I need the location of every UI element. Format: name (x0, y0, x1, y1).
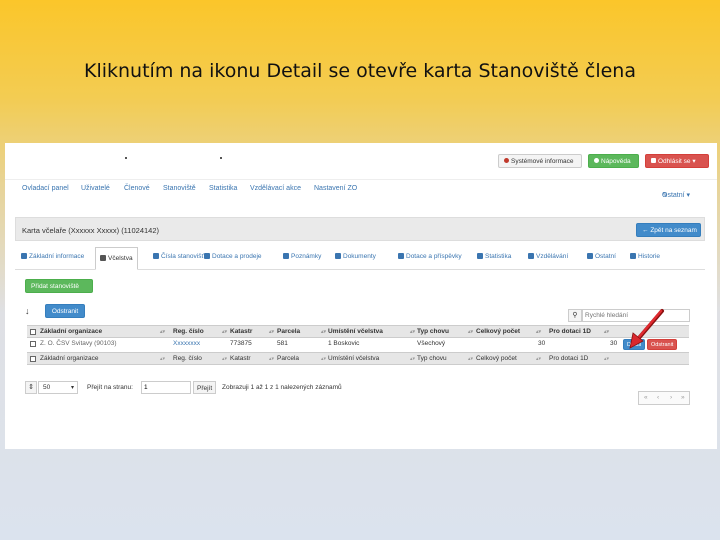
sort-icon: ▴▾ (536, 329, 542, 335)
nav-item-users[interactable]: Uživatelé (81, 185, 110, 192)
col-header[interactable]: Typ chovu (417, 328, 449, 335)
tab-notes[interactable]: Poznámky (283, 253, 321, 260)
tab-colonies[interactable]: Včelstva (95, 247, 138, 270)
app-screenshot: Systémové informace Nápověda Odhlásit se… (5, 143, 717, 449)
card-title: Karta včelaře (Xxxxxx Xxxxx) (11024142) (22, 226, 159, 235)
quick-search-input[interactable] (582, 309, 690, 322)
logo-dot (125, 157, 127, 159)
col-header[interactable]: Základní organizace (40, 328, 102, 335)
tab-history[interactable]: Historie (630, 253, 660, 260)
remove-selected-button[interactable]: Odstranit (45, 304, 85, 318)
col-header[interactable]: Parcela (277, 328, 300, 335)
table-header: Základní organizace ▴▾ Reg. číslo ▴▾ Katas… (27, 325, 689, 338)
pager-icon: ⇕ (25, 381, 37, 394)
sort-icon: ▴▾ (269, 356, 275, 362)
col-header[interactable]: Katastr (230, 328, 252, 335)
logo-dot (220, 157, 222, 159)
lock-icon (398, 253, 404, 259)
col-header[interactable]: Umístění včelstva (328, 328, 383, 335)
sort-icon: ▴▾ (468, 356, 474, 362)
pager-info: Zobrazuji 1 až 1 z 1 nalezených záznamů (222, 384, 342, 391)
table-footer: Základní organizace ▴▾ Reg. číslo ▴▾ Katas… (27, 352, 689, 365)
flag-icon (587, 253, 593, 259)
sort-icon: ▴▾ (222, 329, 228, 335)
bars-icon (153, 253, 159, 259)
col-header[interactable]: Pro dotaci 1D (549, 328, 591, 335)
select-all-checkbox[interactable] (30, 329, 36, 335)
chevron-down-icon: ▾ (70, 385, 74, 391)
page-number-input[interactable] (141, 381, 191, 394)
sort-icon: ▴▾ (536, 356, 542, 362)
help-button[interactable]: Nápověda (588, 154, 639, 168)
goto-label: Přejít na stranu: (87, 384, 133, 391)
tab-subsidies[interactable]: Dotace a příspěvky (398, 253, 462, 260)
sort-icon: ▴▾ (410, 329, 416, 335)
page-nav: « ‹ › » (638, 391, 690, 405)
sort-icon: ▴▾ (222, 356, 228, 362)
list-icon (21, 253, 27, 259)
detail-button[interactable]: Detail (623, 339, 646, 350)
sort-icon: ▴▾ (160, 329, 166, 335)
nav-item-members[interactable]: Členové (124, 185, 150, 192)
prev-page-button[interactable]: ‹ (657, 394, 659, 401)
sort-icon: ▴▾ (410, 356, 416, 362)
remove-row-button[interactable]: Odstranit (647, 339, 678, 350)
first-page-button[interactable]: « (644, 394, 648, 401)
table-row[interactable]: Z. O. ČSV Svitavy (90103) Xxxxxxxx 77387… (27, 338, 689, 351)
nav-item-settings[interactable]: Nastavení ZO (314, 185, 357, 192)
tab-documents[interactable]: Dokumenty (335, 253, 376, 260)
star-icon (204, 253, 210, 259)
nav-item-dashboard[interactable]: Ovladací panel (22, 185, 69, 192)
top-bar: Systémové informace Nápověda Odhlásit se… (5, 143, 717, 180)
page-size-select[interactable]: 50 ▾ (38, 381, 78, 394)
arrow-down-icon[interactable]: ↓ (25, 306, 30, 316)
search-icon: ⚲ (568, 309, 582, 322)
sort-icon: ▴▾ (604, 356, 610, 362)
clock-icon (630, 253, 636, 259)
sort-icon: ▴▾ (604, 329, 610, 335)
nav-item-education[interactable]: Vzdělávací akce (250, 185, 301, 192)
row-checkbox[interactable] (30, 341, 36, 347)
footer-checkbox[interactable] (30, 356, 36, 362)
sort-icon: ▴▾ (468, 329, 474, 335)
nav-item-statistics[interactable]: Statistika (209, 185, 237, 192)
system-info-button[interactable]: Systémové informace (498, 154, 582, 168)
pager: ⇕ 50 ▾ Přejít na stranu: Přejít Zobrazuj… (25, 381, 687, 395)
col-header[interactable]: Celkový počet (476, 328, 520, 335)
tab-sales[interactable]: Dotace a prodeje (204, 253, 262, 260)
edit-icon (100, 255, 106, 261)
card-header: Karta včelaře (Xxxxxx Xxxxx) (11024142) … (15, 217, 705, 241)
go-button[interactable]: Přejít (193, 381, 217, 394)
last-page-button[interactable]: » (681, 394, 685, 401)
col-header[interactable]: Reg. číslo (173, 328, 204, 335)
document-icon (335, 253, 341, 259)
tab-basic-info[interactable]: Základní informace (21, 253, 84, 260)
quick-search: ⚲ (568, 309, 690, 322)
back-to-list-button[interactable]: ← Zpět na seznam (636, 223, 701, 237)
note-icon (283, 253, 289, 259)
next-page-button[interactable]: › (670, 394, 672, 401)
main-nav: Ovladací panel Uživatelé Členové Stanovi… (22, 185, 691, 199)
info-icon (504, 158, 509, 163)
sort-icon: ▴▾ (269, 329, 275, 335)
arrow-left-icon: ← (642, 227, 649, 234)
sort-icon: ▴▾ (321, 356, 327, 362)
add-station-button[interactable]: Přidat stanoviště (25, 279, 93, 293)
tab-education[interactable]: Vzdělávání (528, 253, 568, 260)
user-menu-button[interactable]: Odhlásit se ▾ (645, 154, 709, 168)
card-tabs: Základní informace Včelstva Čísla stanov… (15, 247, 705, 270)
sort-icon: ▴▾ (160, 356, 166, 362)
sort-icon: ▴▾ (321, 329, 327, 335)
tab-station-numbers[interactable]: Čísla stanovišť (153, 253, 204, 260)
nav-item-stations[interactable]: Stanoviště (163, 185, 196, 192)
slide-title: Kliknutím na ikonu Detail se otevře kart… (83, 60, 636, 82)
tab-statistics[interactable]: Statistika (477, 253, 511, 260)
book-icon (528, 253, 534, 259)
chart-icon (477, 253, 483, 259)
help-icon (594, 158, 599, 163)
user-icon (651, 158, 656, 163)
tab-other[interactable]: Ostatní (587, 253, 616, 260)
